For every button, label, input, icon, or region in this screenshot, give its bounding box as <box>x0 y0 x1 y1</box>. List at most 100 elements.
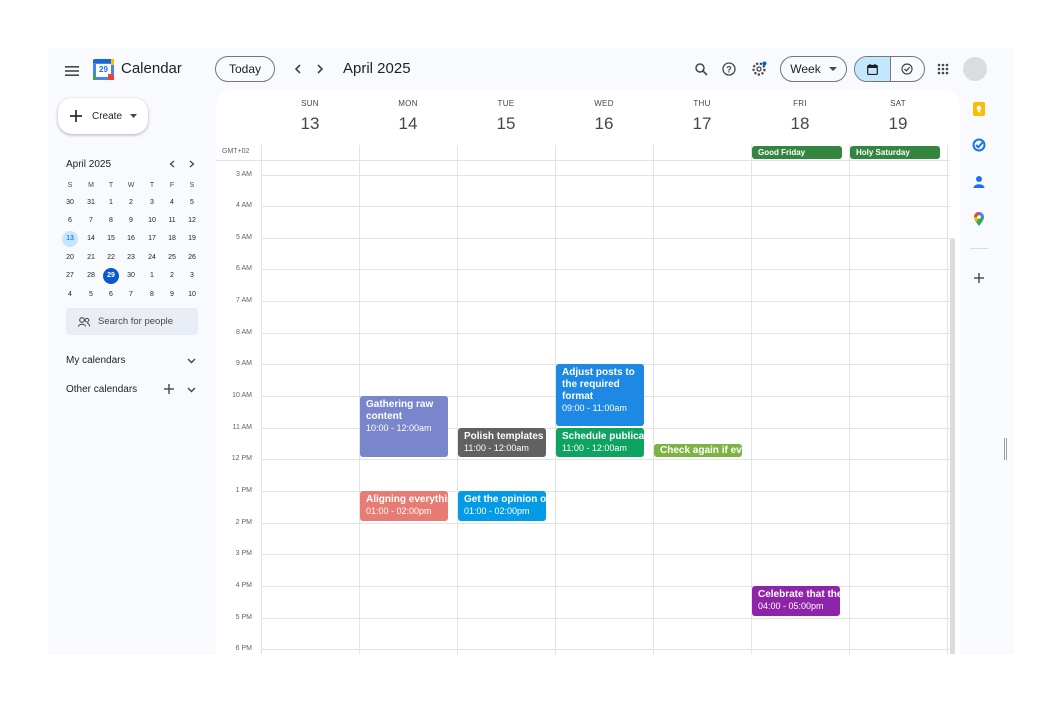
mini-calendar-day[interactable]: 5 <box>83 286 99 302</box>
day-header-number[interactable]: 13 <box>261 114 359 134</box>
event-time: 01:00 - 02:00pm <box>366 506 432 516</box>
next-week-button[interactable] <box>310 59 330 79</box>
previous-week-button[interactable] <box>288 59 308 79</box>
mini-calendar-day[interactable]: 18 <box>164 231 180 247</box>
mini-calendar-day[interactable]: 11 <box>164 212 180 228</box>
mini-calendar-day[interactable]: 6 <box>62 212 78 228</box>
calendar-event[interactable]: Get the opinion of 01:00 - 02:00pm <box>458 491 546 521</box>
mini-calendar-day[interactable]: 10 <box>144 212 160 228</box>
day-header-number[interactable]: 15 <box>457 114 555 134</box>
mini-calendar-day[interactable]: 5 <box>184 194 200 210</box>
day-header-number[interactable]: 16 <box>555 114 653 134</box>
calendar-view-toggle-button[interactable] <box>855 57 891 81</box>
keep-icon[interactable] <box>971 101 987 117</box>
mini-calendar-day[interactable]: 10 <box>184 286 200 302</box>
mini-calendar-day[interactable]: 13 <box>62 230 78 247</box>
hour-label: 3 PM <box>235 550 252 558</box>
mini-calendar-day[interactable]: 20 <box>62 249 78 265</box>
mini-calendar-day[interactable]: 1 <box>144 268 160 284</box>
calendar-event[interactable]: Check again if everything <box>654 443 742 458</box>
chevron-down-icon[interactable] <box>187 387 196 393</box>
event-title: Get the opinion of <box>464 494 546 505</box>
mini-calendar-day[interactable]: 3 <box>184 268 200 284</box>
mini-calendar-day[interactable]: 26 <box>184 249 200 265</box>
search-people-input[interactable]: Search for people <box>66 308 198 335</box>
tasks-icon[interactable] <box>971 137 987 153</box>
tasks-view-toggle-button[interactable] <box>890 57 924 81</box>
day-header-number[interactable]: 18 <box>751 114 849 134</box>
today-button[interactable]: Today <box>215 56 275 82</box>
mini-calendar-day[interactable]: 8 <box>103 212 119 228</box>
calendar-event[interactable]: Celebrate that the 04:00 - 05:00pm <box>752 585 840 616</box>
get-add-ons-button[interactable] <box>971 270 987 286</box>
day-header-number[interactable]: 17 <box>653 114 751 134</box>
mini-calendar-day[interactable]: 22 <box>103 249 119 265</box>
mini-calendar-day[interactable]: 7 <box>123 286 139 302</box>
calendar-event[interactable]: Polish templates 11:00 - 12:00am <box>458 427 546 458</box>
hour-label: 5 PM <box>235 613 252 621</box>
mini-calendar-day[interactable]: 27 <box>62 268 78 284</box>
mini-calendar-day[interactable]: 28 <box>83 268 99 284</box>
mini-calendar-day[interactable]: 29 <box>103 267 119 284</box>
hour-label: 8 AM <box>236 328 252 336</box>
calendar-event[interactable]: Gathering raw content 10:00 - 12:00am <box>360 396 448 458</box>
account-avatar[interactable] <box>963 57 987 81</box>
contacts-icon[interactable] <box>971 174 987 190</box>
week-grid: GMT+02 SUN 13 MON 14 TUE 15 WED 16 THU 17 FRI 18 SAT… <box>216 90 960 654</box>
mini-calendar-day[interactable]: 31 <box>83 194 99 210</box>
maps-icon[interactable] <box>971 211 987 227</box>
mini-calendar-day[interactable]: 2 <box>123 194 139 210</box>
calendar-event[interactable]: Adjust posts to the required format 09:00… <box>556 364 644 426</box>
mini-calendar-day[interactable]: 15 <box>103 231 119 247</box>
add-other-calendar-icon[interactable] <box>164 384 174 394</box>
side-panel-resize-handle[interactable] <box>1004 438 1007 460</box>
settings-button[interactable] <box>749 59 769 79</box>
all-day-event[interactable]: Good Friday <box>752 146 842 159</box>
support-button[interactable]: ? <box>719 59 739 79</box>
mini-calendar-day[interactable]: 8 <box>144 286 160 302</box>
calendar-event[interactable]: Aligning everything01:00 - 02:00pm <box>360 491 448 521</box>
help-icon: ? <box>722 62 736 76</box>
svg-text:?: ? <box>726 65 732 75</box>
mini-calendar-day[interactable]: 23 <box>123 249 139 265</box>
mini-calendar-day[interactable]: 12 <box>184 212 200 228</box>
mini-calendar-weekday: M <box>88 181 94 189</box>
calendar-event[interactable]: Schedule publication11:00 - 12:00am <box>556 427 644 458</box>
hour-label: 10 AM <box>232 392 252 400</box>
mini-calendar-day[interactable]: 21 <box>83 249 99 265</box>
other-calendars-label: Other calendars <box>66 384 138 395</box>
mini-calendar-day[interactable]: 17 <box>144 231 160 247</box>
mini-calendar-day[interactable]: 30 <box>123 268 139 284</box>
mini-calendar-day[interactable]: 16 <box>123 231 139 247</box>
view-select-label: Week <box>790 62 821 76</box>
day-column-divider <box>751 145 752 654</box>
mini-calendar-day[interactable]: 25 <box>164 249 180 265</box>
apps-button[interactable] <box>933 59 953 79</box>
mini-calendar-day[interactable]: 3 <box>144 194 160 210</box>
day-header-name: MON <box>398 99 418 108</box>
day-header-number[interactable]: 19 <box>849 114 947 134</box>
mini-calendar-day[interactable]: 2 <box>164 268 180 284</box>
all-day-event[interactable]: Holy Saturday <box>850 146 940 159</box>
hour-label: 1 PM <box>235 487 252 494</box>
event-title: Gathering raw content <box>366 399 434 423</box>
mini-calendar-day[interactable]: 4 <box>164 194 180 210</box>
mini-calendar-day[interactable]: 1 <box>103 194 119 210</box>
day-header-number[interactable]: 14 <box>359 114 457 134</box>
mini-calendar-day[interactable]: 19 <box>184 231 200 247</box>
mini-calendar-day[interactable]: 4 <box>62 286 78 302</box>
search-button[interactable] <box>691 59 711 79</box>
mini-calendar-day[interactable]: 6 <box>103 286 119 302</box>
event-title: Celebrate that the <box>758 588 840 600</box>
mini-calendar-day[interactable]: 7 <box>83 212 99 228</box>
mini-calendar-weekday: S <box>189 181 195 189</box>
mini-calendar-day[interactable]: 9 <box>164 286 180 302</box>
mini-calendar-day[interactable]: 9 <box>123 212 139 228</box>
mini-calendar-day[interactable]: 30 <box>62 194 78 210</box>
event-time: 09:00 - 11:00am <box>562 403 627 414</box>
view-select[interactable]: Week <box>780 56 847 82</box>
my-calendars-section[interactable]: My calendars <box>66 353 198 369</box>
mini-calendar-day[interactable]: 14 <box>83 231 99 247</box>
grid-scrollbar[interactable] <box>950 238 955 654</box>
mini-calendar-day[interactable]: 24 <box>144 249 160 265</box>
